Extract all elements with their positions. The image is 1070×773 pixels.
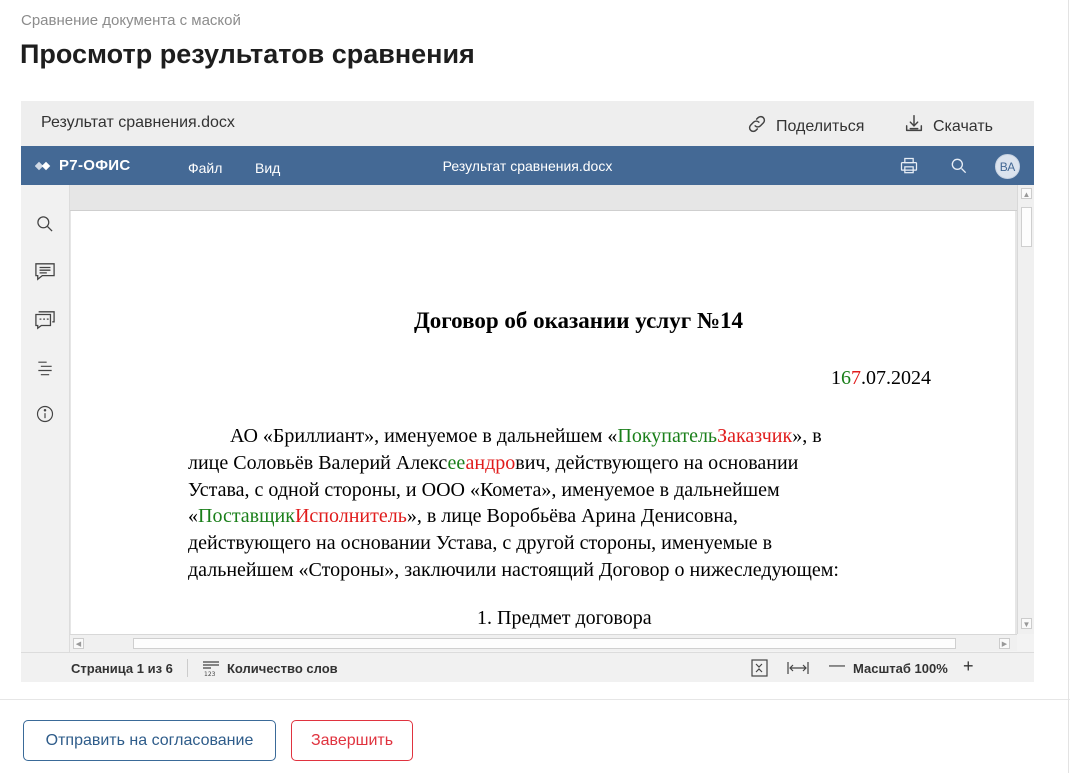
finish-button[interactable]: Завершить	[291, 720, 413, 761]
divider	[187, 659, 188, 677]
chat-icon[interactable]	[34, 309, 56, 331]
deleted-text: Исполнитель	[294, 505, 407, 528]
svg-text:123: 123	[204, 671, 216, 677]
print-icon[interactable]	[898, 155, 920, 177]
section-heading: 1. Предмет договора	[477, 607, 652, 629]
page-title: Просмотр результатов сравнения	[20, 39, 475, 69]
send-for-approval-button[interactable]: Отправить на согласование	[23, 720, 276, 761]
ruler	[70, 185, 1017, 211]
horizontal-scrollbar[interactable]: ◀ ▶	[70, 634, 1017, 651]
avatar[interactable]: ВА	[995, 154, 1020, 179]
divider	[1068, 0, 1069, 773]
document-page[interactable]: Договор об оказании услуг №14 167.07.202…	[71, 211, 1015, 635]
divider	[0, 699, 1070, 700]
document-heading: Договор об оказании услуг №14	[413, 308, 744, 333]
comment-icon[interactable]	[34, 261, 56, 283]
left-panel	[21, 185, 70, 652]
deleted-text: Заказчик	[717, 425, 793, 447]
document-canvas[interactable]: Договор об оказании услуг №14 167.07.202…	[70, 211, 1017, 635]
zoom-out-button[interactable]: —	[829, 657, 845, 675]
scroll-up-icon[interactable]: ▲	[1021, 188, 1032, 199]
scroll-down-icon[interactable]: ▼	[1021, 618, 1032, 629]
breadcrumb[interactable]: Сравнение документа с маской	[21, 12, 241, 29]
zoom-level: Масштаб 100%	[853, 661, 948, 676]
inserted-text: Покупатель	[617, 425, 718, 447]
scroll-thumb[interactable]	[1021, 207, 1032, 247]
document-viewer: Результат сравнения.docx Поделиться Скач…	[21, 101, 1034, 682]
download-icon	[903, 113, 925, 140]
vertical-scrollbar[interactable]: ▲ ▼	[1017, 185, 1034, 634]
scroll-right-icon[interactable]: ▶	[999, 638, 1010, 649]
download-button[interactable]: Скачать	[903, 113, 993, 140]
file-bar: Результат сравнения.docx Поделиться Скач…	[21, 101, 1034, 146]
status-bar: Страница 1 из 6 123 Количество слов — Ма…	[21, 652, 1034, 682]
editor-doc-title: Результат сравнения.docx	[442, 158, 613, 174]
scroll-left-icon[interactable]: ◀	[73, 638, 84, 649]
deleted-text: андро	[465, 451, 516, 474]
download-label: Скачать	[933, 117, 993, 135]
inserted-text: Поставщик	[198, 505, 295, 528]
file-name: Результат сравнения.docx	[41, 114, 235, 131]
search-icon[interactable]	[34, 213, 56, 235]
page-counter[interactable]: Страница 1 из 6	[71, 661, 173, 676]
share-button[interactable]: Поделиться	[746, 113, 864, 140]
navigation-icon[interactable]	[34, 357, 56, 379]
word-count-button[interactable]: Количество слов	[227, 661, 338, 676]
inserted-text: 6	[841, 367, 851, 389]
share-label: Поделиться	[776, 117, 865, 135]
info-icon[interactable]	[34, 403, 56, 425]
search-icon[interactable]	[948, 155, 970, 177]
fit-page-icon[interactable]	[751, 659, 768, 680]
word-count-icon[interactable]: 123	[202, 660, 220, 680]
scroll-thumb[interactable]	[133, 638, 956, 649]
document-date: 167.07.2024	[831, 367, 931, 389]
editor-header: Р7-ОФИС Файл Вид Результат сравнения.doc…	[21, 146, 1034, 185]
fit-width-icon[interactable]	[787, 660, 809, 679]
link-icon	[746, 113, 768, 140]
zoom-in-button[interactable]: +	[963, 656, 974, 677]
inserted-text: ее	[447, 451, 466, 474]
document-paragraph: АО «Бриллиант», именуемое в дальнейшем «…	[188, 425, 839, 581]
deleted-text: 7	[851, 367, 861, 389]
